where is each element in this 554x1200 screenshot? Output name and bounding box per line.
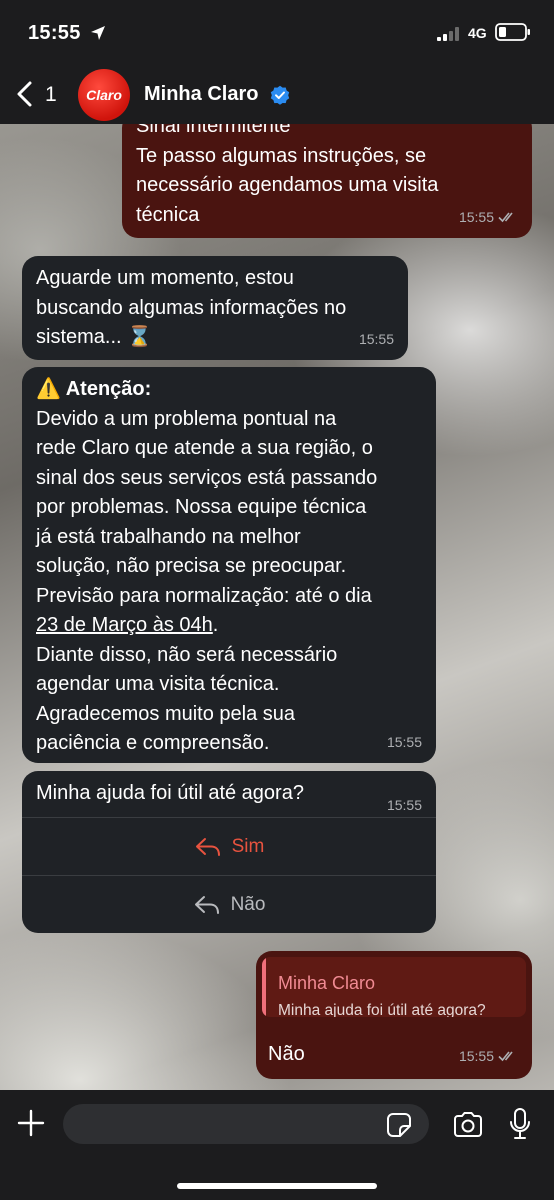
battery-low-icon bbox=[495, 23, 530, 41]
reply-arrow-icon bbox=[195, 837, 220, 856]
message-incoming-alert[interactable]: ⚠️ Atenção: Devido a um problema pontual… bbox=[22, 367, 436, 763]
message-time: 15:55 bbox=[458, 1047, 494, 1064]
back-chevron-icon[interactable] bbox=[14, 80, 36, 108]
message-with-quick-replies: Minha ajuda foi útil até agora? 15:55 Si… bbox=[22, 771, 436, 933]
plus-icon[interactable] bbox=[17, 1109, 45, 1137]
contact-avatar[interactable]: Claro bbox=[78, 69, 130, 121]
message-time: 15:55 bbox=[386, 733, 422, 750]
camera-icon[interactable] bbox=[452, 1111, 484, 1139]
message-text: Sinal intermitente Te passo algumas inst… bbox=[136, 115, 439, 226]
alert-body-before-link: Devido a um problema pontual na rede Cla… bbox=[36, 407, 378, 607]
message-outgoing-reply[interactable]: Minha Claro Minha ajuda foi útil até ago… bbox=[256, 951, 532, 1079]
message-meta: 15:55 bbox=[359, 325, 394, 355]
chat-header: 1 Claro Minha Claro bbox=[0, 64, 554, 124]
reply-arrow-icon bbox=[194, 895, 219, 914]
signal-bars-icon bbox=[437, 27, 459, 41]
unread-count[interactable]: 1 bbox=[45, 83, 57, 107]
location-arrow-icon bbox=[91, 26, 105, 40]
read-ticks-icon bbox=[498, 212, 513, 223]
message-meta: 15:55 bbox=[459, 203, 518, 233]
sticker-icon[interactable] bbox=[386, 1112, 412, 1138]
quoted-text: Minha ajuda foi útil até agora? bbox=[278, 1002, 486, 1017]
message-meta: 15:55 bbox=[387, 728, 422, 758]
date-link[interactable]: 23 de Março às 04h bbox=[36, 614, 213, 636]
quoted-author: Minha Claro bbox=[278, 973, 376, 993]
quoted-message[interactable]: Minha Claro Minha ajuda foi útil até ago… bbox=[262, 957, 526, 1017]
quick-reply-sim-button[interactable]: Sim bbox=[22, 817, 436, 875]
message-outgoing[interactable]: Sinal intermitente Te passo algumas inst… bbox=[122, 112, 532, 238]
message-time: 15:55 bbox=[458, 208, 494, 225]
status-bar: 15:55 4G bbox=[0, 0, 554, 64]
message-incoming[interactable]: Aguarde um momento, estou buscando algum… bbox=[22, 256, 408, 360]
message-input[interactable] bbox=[63, 1104, 429, 1144]
contact-name[interactable]: Minha Claro bbox=[144, 83, 258, 106]
home-indicator bbox=[177, 1183, 377, 1189]
read-ticks-icon bbox=[498, 1051, 513, 1062]
message-time: 15:55 bbox=[358, 330, 394, 347]
verified-badge-icon bbox=[270, 85, 290, 105]
network-type: 4G bbox=[468, 25, 487, 41]
message-composer bbox=[0, 1090, 554, 1200]
microphone-icon[interactable] bbox=[508, 1107, 532, 1141]
avatar-logo-text: Claro bbox=[86, 87, 122, 103]
quick-reply-label: Não bbox=[230, 893, 266, 915]
quick-reply-nao-button[interactable]: Não bbox=[22, 875, 436, 933]
quick-reply-label: Sim bbox=[231, 835, 265, 857]
status-time: 15:55 bbox=[28, 22, 81, 44]
message-text: Aguarde um momento, estou buscando algum… bbox=[36, 267, 347, 348]
alert-title: ⚠️ Atenção: bbox=[36, 378, 152, 400]
message-text: ⚠️ Atenção: Devido a um problema pontual… bbox=[36, 375, 422, 759]
message-text: Não bbox=[268, 1043, 305, 1065]
message-meta: 15:55 bbox=[459, 1042, 518, 1072]
quote-bar bbox=[262, 957, 266, 1017]
message-text: Minha ajuda foi útil até agora? bbox=[36, 782, 304, 804]
